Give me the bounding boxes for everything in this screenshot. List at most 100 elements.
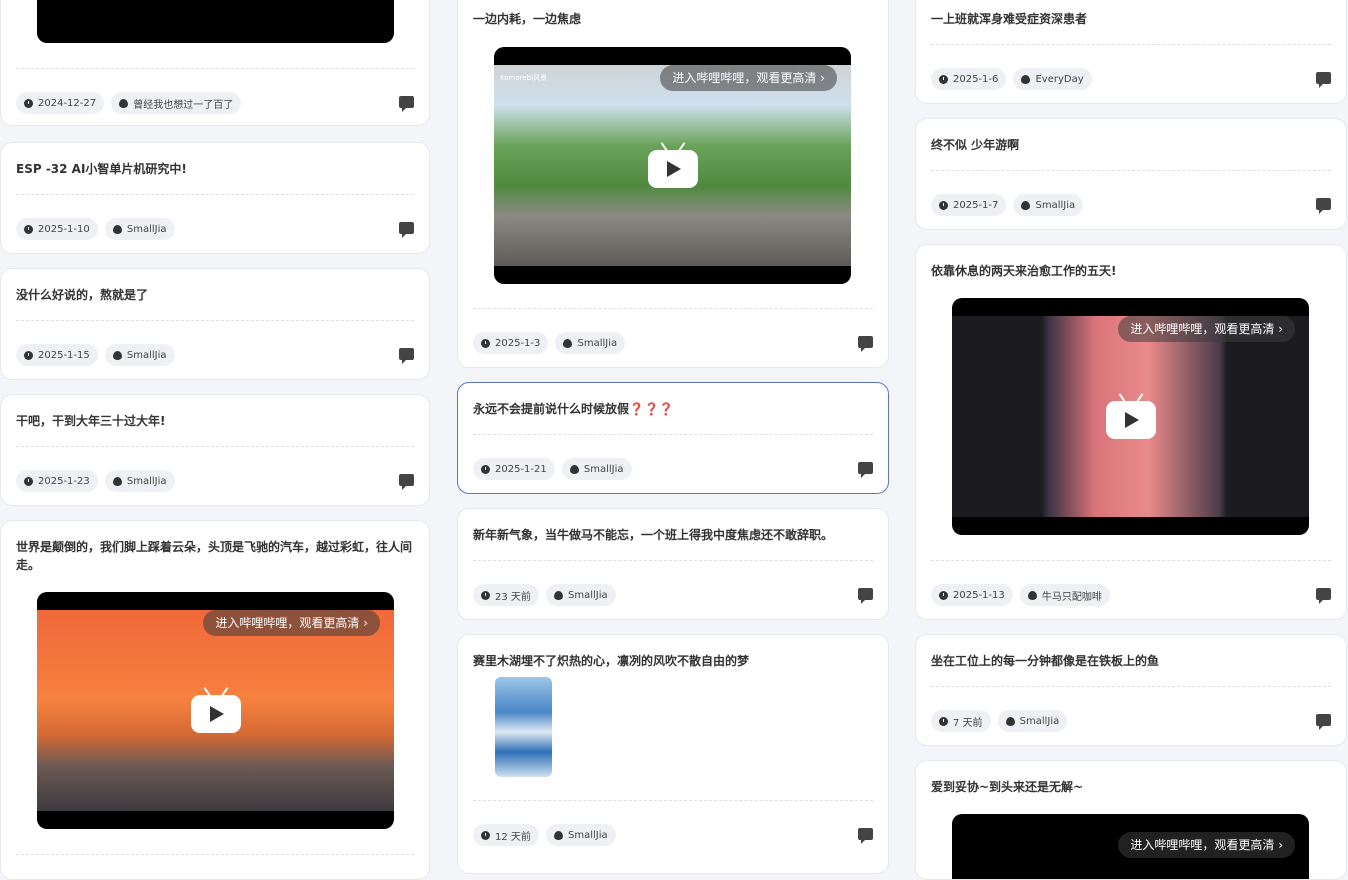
clock-icon [939,74,948,84]
comment-icon[interactable] [858,336,873,352]
comment-icon[interactable] [1316,714,1331,730]
date-badge: 12 天前 [473,824,539,846]
post-meta: 2025-1-7 SmallJia [931,194,1331,216]
flame-icon [1005,716,1015,726]
divider [473,560,873,561]
post-title[interactable]: 世界是颠倒的，我们脚上踩着云朵，头顶是飞驰的汽车，越过彩虹，往人间走。 [16,538,414,574]
video-player[interactable] [37,0,394,43]
post-card[interactable]: 一上班就浑身难受症资深患者 2025-1-6 EveryDay [915,0,1347,104]
comment-icon[interactable] [1316,198,1331,214]
post-title[interactable]: 坐在工位上的每一分钟都像是在铁板上的鱼 [931,652,1331,670]
comment-icon[interactable] [1316,72,1331,88]
author-badge[interactable]: SmallJia [561,458,632,480]
post-card[interactable]: 依靠休息的两天来治愈工作的五天! 进入哔哩哔哩，观看更高清 › 2025-1-1… [915,244,1347,620]
date-badge: 23 天前 [473,584,539,606]
video-player[interactable]: 进入哔哩哔哩，观看更高清 › [37,592,394,829]
author-badge[interactable]: SmallJia [546,584,616,606]
post-title[interactable]: 永远不会提前说什么时候放假❓❓❓ [473,400,873,418]
date-badge: 2024-12-27 [16,92,105,114]
flame-icon [569,464,579,474]
bilibili-banner[interactable]: 进入哔哩哔哩，观看更高清 › [203,610,380,636]
post-meta: 2025-1-15 SmallJia [16,344,414,366]
post-card[interactable]: 坐在工位上的每一分钟都像是在铁板上的鱼 7 天前 SmallJia [915,634,1347,746]
comment-icon[interactable] [858,588,873,604]
post-title[interactable]: 一上班就浑身难受症资深患者 [931,10,1331,28]
bilibili-banner[interactable]: 进入哔哩哔哩，观看更高清 › [1118,832,1295,858]
video-player[interactable]: 进入哔哩哔哩，观看更高清 › [952,298,1309,535]
post-card[interactable]: 2024-12-27 曾经我也想过一了百了 [0,0,430,126]
author-badge[interactable]: SmallJia [546,824,616,846]
author-badge[interactable]: SmallJia [104,218,175,240]
author-badge[interactable]: SmallJia [1013,194,1084,216]
flame-icon [1021,200,1031,210]
bilibili-banner[interactable]: 进入哔哩哔哩，观看更高清 › [1118,316,1295,342]
comment-icon[interactable] [399,222,414,238]
flame-icon [112,224,122,234]
video-player[interactable]: 进入哔哩哔哩，观看更高清 › [952,814,1309,879]
clock-icon [481,830,490,840]
divider [931,686,1331,687]
comment-icon[interactable] [399,348,414,364]
divider [473,308,873,309]
divider [473,434,873,435]
author-badge[interactable]: 牛马只配咖啡 [1019,584,1110,606]
post-title[interactable]: 没什么好说的，熬就是了 [16,286,414,304]
bilibili-play-icon[interactable] [1106,393,1156,439]
author-badge[interactable]: SmallJia [555,332,626,354]
post-meta: 2025-1-3 SmallJia [473,332,873,354]
post-meta: 2025-1-13 牛马只配咖啡 [931,584,1331,606]
divider [473,800,873,801]
video-watermark: Komorebi风景 [500,74,548,82]
flame-icon [1021,74,1031,84]
post-title[interactable]: 干吧，干到大年三十过大年! [16,412,414,430]
post-image[interactable] [495,677,552,777]
post-card[interactable]: 世界是颠倒的，我们脚上踩着云朵，头顶是飞驰的汽车，越过彩虹，往人间走。 进入哔哩… [0,520,430,880]
author-badge[interactable]: SmallJia [997,710,1068,732]
post-title[interactable]: 赛里木湖埋不了炽热的心，凛冽的风吹不散自由的梦 [473,652,873,670]
post-card[interactable]: 爱到妥协~到头来还是无解~ 进入哔哩哔哩，观看更高清 › [915,760,1347,880]
post-meta: 2024-12-27 曾经我也想过一了百了 [16,92,414,114]
date-badge: 2025-1-15 [16,344,98,366]
author-badge[interactable]: EveryDay [1013,68,1092,90]
comment-icon[interactable] [1316,588,1331,604]
post-meta: 2025-1-21 SmallJia [473,458,873,480]
author-badge[interactable]: SmallJia [104,344,175,366]
bilibili-banner[interactable]: 进入哔哩哔哩，观看更高清 › [660,65,837,91]
clock-icon [481,464,490,474]
post-title[interactable]: ESP -32 AI小智单片机研究中! [16,160,414,178]
post-card[interactable]: 赛里木湖埋不了炽热的心，凛冽的风吹不散自由的梦 12 天前 SmallJia [457,634,889,874]
bilibili-play-icon[interactable] [648,142,698,188]
post-title[interactable]: 新年新气象，当牛做马不能忘，一个班上得我中度焦虑还不敢辞职。 [473,526,873,544]
post-card[interactable]: 一边内耗，一边焦虑 Komorebi风景 进入哔哩哔哩，观看更高清 › 2025… [457,0,889,368]
flame-icon [554,830,563,840]
post-title[interactable]: 一边内耗，一边焦虑 [473,10,873,28]
clock-icon [939,716,948,726]
author-badge[interactable]: SmallJia [104,470,175,492]
clock-icon [939,590,948,600]
comment-icon[interactable] [399,96,414,112]
video-player[interactable]: Komorebi风景 进入哔哩哔哩，观看更高清 › [494,47,851,284]
date-badge: 7 天前 [931,710,991,732]
flame-icon [112,350,122,360]
flame-icon [1027,590,1037,600]
post-title[interactable]: 终不似 少年游啊 [931,136,1331,154]
post-card[interactable]: 终不似 少年游啊 2025-1-7 SmallJia [915,118,1347,230]
flame-icon [554,590,563,600]
comment-icon[interactable] [858,462,873,478]
post-card[interactable]: 永远不会提前说什么时候放假❓❓❓ 2025-1-21 SmallJia [457,382,889,494]
post-card[interactable]: 没什么好说的，熬就是了 2025-1-15 SmallJia [0,268,430,380]
post-meta: 12 天前 SmallJia [473,824,873,846]
comment-icon[interactable] [858,828,873,844]
post-card[interactable]: 干吧，干到大年三十过大年! 2025-1-23 SmallJia [0,394,430,506]
post-meta: 2025-1-10 SmallJia [16,218,414,240]
post-title[interactable]: 依靠休息的两天来治愈工作的五天! [931,262,1331,280]
clock-icon [24,350,33,360]
post-card[interactable]: ESP -32 AI小智单片机研究中! 2025-1-10 SmallJia [0,142,430,254]
post-card[interactable]: 新年新气象，当牛做马不能忘，一个班上得我中度焦虑还不敢辞职。 23 天前 Sma… [457,508,889,620]
author-badge[interactable]: 曾经我也想过一了百了 [111,92,242,114]
comment-icon[interactable] [399,474,414,490]
date-badge: 2025-1-3 [473,332,549,354]
post-meta: 2025-1-23 SmallJia [16,470,414,492]
post-title[interactable]: 爱到妥协~到头来还是无解~ [931,778,1331,796]
bilibili-play-icon[interactable] [191,687,241,733]
